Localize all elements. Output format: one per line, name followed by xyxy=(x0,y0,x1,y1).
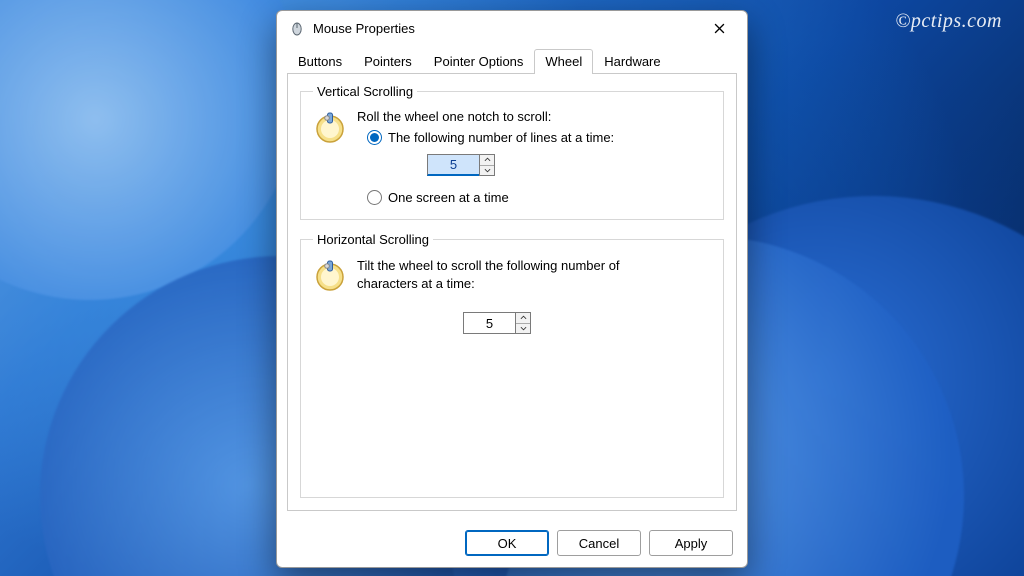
chars-spinner[interactable] xyxy=(463,312,531,334)
radio-screen-label: One screen at a time xyxy=(388,190,509,205)
horizontal-instruction: Tilt the wheel to scroll the following n… xyxy=(357,257,637,292)
radio-lines-label: The following number of lines at a time: xyxy=(388,130,614,145)
tab-strip: Buttons Pointers Pointer Options Wheel H… xyxy=(277,45,747,73)
tab-pointer-options[interactable]: Pointer Options xyxy=(423,49,535,74)
chevron-down-icon xyxy=(520,326,527,331)
spinner-up-button[interactable] xyxy=(480,155,494,166)
ok-button[interactable]: OK xyxy=(465,530,549,556)
radio-screen-option[interactable]: One screen at a time xyxy=(367,190,711,205)
chevron-down-icon xyxy=(484,168,491,173)
apply-button[interactable]: Apply xyxy=(649,530,733,556)
lines-spinner[interactable] xyxy=(427,154,495,176)
lines-spinner-input[interactable] xyxy=(427,154,479,176)
tab-buttons[interactable]: Buttons xyxy=(287,49,353,74)
close-icon xyxy=(714,23,725,34)
scroll-wheel-icon xyxy=(313,111,347,145)
scroll-wheel-icon xyxy=(313,259,347,293)
vertical-scrolling-legend: Vertical Scrolling xyxy=(313,84,417,99)
spinner-down-button[interactable] xyxy=(516,324,530,334)
dialog-footer: OK Cancel Apply xyxy=(277,519,747,567)
titlebar[interactable]: Mouse Properties xyxy=(277,11,747,45)
horizontal-scrolling-legend: Horizontal Scrolling xyxy=(313,232,433,247)
dialog-title: Mouse Properties xyxy=(313,21,699,36)
vertical-instruction: Roll the wheel one notch to scroll: xyxy=(357,109,711,124)
tab-hardware[interactable]: Hardware xyxy=(593,49,671,74)
tab-pointers[interactable]: Pointers xyxy=(353,49,423,74)
desktop-background: ©pctips.com Mouse Properties Buttons Poi… xyxy=(0,0,1024,576)
chevron-up-icon xyxy=(520,315,527,320)
mouse-properties-dialog: Mouse Properties Buttons Pointers Pointe… xyxy=(276,10,748,568)
cancel-button[interactable]: Cancel xyxy=(557,530,641,556)
spinner-down-button[interactable] xyxy=(480,166,494,176)
tab-wheel[interactable]: Wheel xyxy=(534,49,593,74)
chars-spinner-input[interactable] xyxy=(463,312,515,334)
radio-screen-input[interactable] xyxy=(367,190,382,205)
radio-lines-input[interactable] xyxy=(367,130,382,145)
spinner-up-button[interactable] xyxy=(516,313,530,324)
horizontal-scrolling-group: Horizontal Scrolling Tilt the wheel to s… xyxy=(300,232,724,498)
mouse-icon xyxy=(289,20,305,36)
close-button[interactable] xyxy=(699,14,739,42)
chevron-up-icon xyxy=(484,157,491,162)
radio-lines-option[interactable]: The following number of lines at a time: xyxy=(367,130,711,145)
vertical-scrolling-group: Vertical Scrolling Roll the wheel one no… xyxy=(300,84,724,220)
tab-panel-wheel: Vertical Scrolling Roll the wheel one no… xyxy=(287,73,737,511)
watermark-text: ©pctips.com xyxy=(895,10,1002,33)
